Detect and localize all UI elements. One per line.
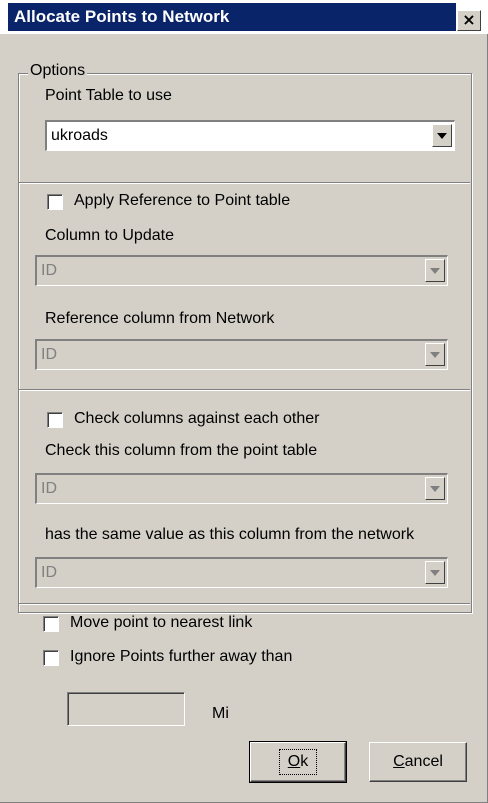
- divider: [19, 182, 470, 184]
- close-icon[interactable]: ×: [457, 10, 481, 31]
- column-to-update-value: ID: [41, 262, 57, 279]
- reference-column-select[interactable]: ID: [35, 339, 448, 370]
- check-columns-label: Check columns against each other: [74, 410, 320, 427]
- dropdown-arrow-icon[interactable]: [425, 477, 445, 500]
- dropdown-arrow-icon[interactable]: [432, 124, 452, 147]
- move-point-checkbox[interactable]: [43, 616, 59, 632]
- apply-reference-checkbox[interactable]: [47, 194, 63, 210]
- distance-input[interactable]: [67, 692, 185, 726]
- column-to-update-select[interactable]: ID: [35, 255, 448, 286]
- window-title: Allocate Points to Network: [8, 3, 456, 31]
- reference-column-label: Reference column from Network: [45, 310, 275, 327]
- move-point-label: Move point to nearest link: [70, 614, 253, 631]
- ignore-points-checkbox[interactable]: [43, 650, 59, 666]
- cancel-button[interactable]: Cancel: [369, 742, 467, 782]
- point-table-value: ukroads: [51, 127, 108, 144]
- divider: [19, 603, 470, 605]
- dropdown-arrow-icon[interactable]: [425, 259, 445, 282]
- network-column-value: ID: [41, 564, 57, 581]
- dropdown-arrow-icon[interactable]: [425, 343, 445, 366]
- options-legend: Options: [28, 62, 88, 80]
- ok-rest: k: [300, 753, 309, 770]
- dialog-window: Allocate Points to Network × Options Poi…: [0, 0, 488, 803]
- ok-accel: O: [287, 753, 301, 770]
- apply-reference-label: Apply Reference to Point table: [74, 192, 291, 209]
- cancel-accel: C: [393, 753, 405, 770]
- network-column-label: has the same value as this column from t…: [45, 526, 415, 543]
- dropdown-arrow-icon[interactable]: [425, 561, 445, 584]
- ok-button[interactable]: Ok: [249, 741, 347, 783]
- point-table-select[interactable]: ukroads: [45, 120, 455, 151]
- network-column-select[interactable]: ID: [35, 557, 448, 588]
- unit-label: Mi: [212, 705, 229, 722]
- reference-column-value: ID: [41, 346, 57, 363]
- divider: [19, 389, 470, 391]
- column-to-update-label: Column to Update: [45, 227, 174, 244]
- point-column-label: Check this column from the point table: [45, 442, 318, 459]
- cancel-rest: ancel: [404, 753, 443, 770]
- title-bar: Allocate Points to Network ×: [0, 0, 488, 34]
- check-columns-checkbox[interactable]: [47, 412, 63, 428]
- point-table-label: Point Table to use: [45, 87, 172, 104]
- point-column-select[interactable]: ID: [35, 473, 448, 504]
- point-column-value: ID: [41, 480, 57, 497]
- ignore-points-label: Ignore Points further away than: [70, 648, 293, 665]
